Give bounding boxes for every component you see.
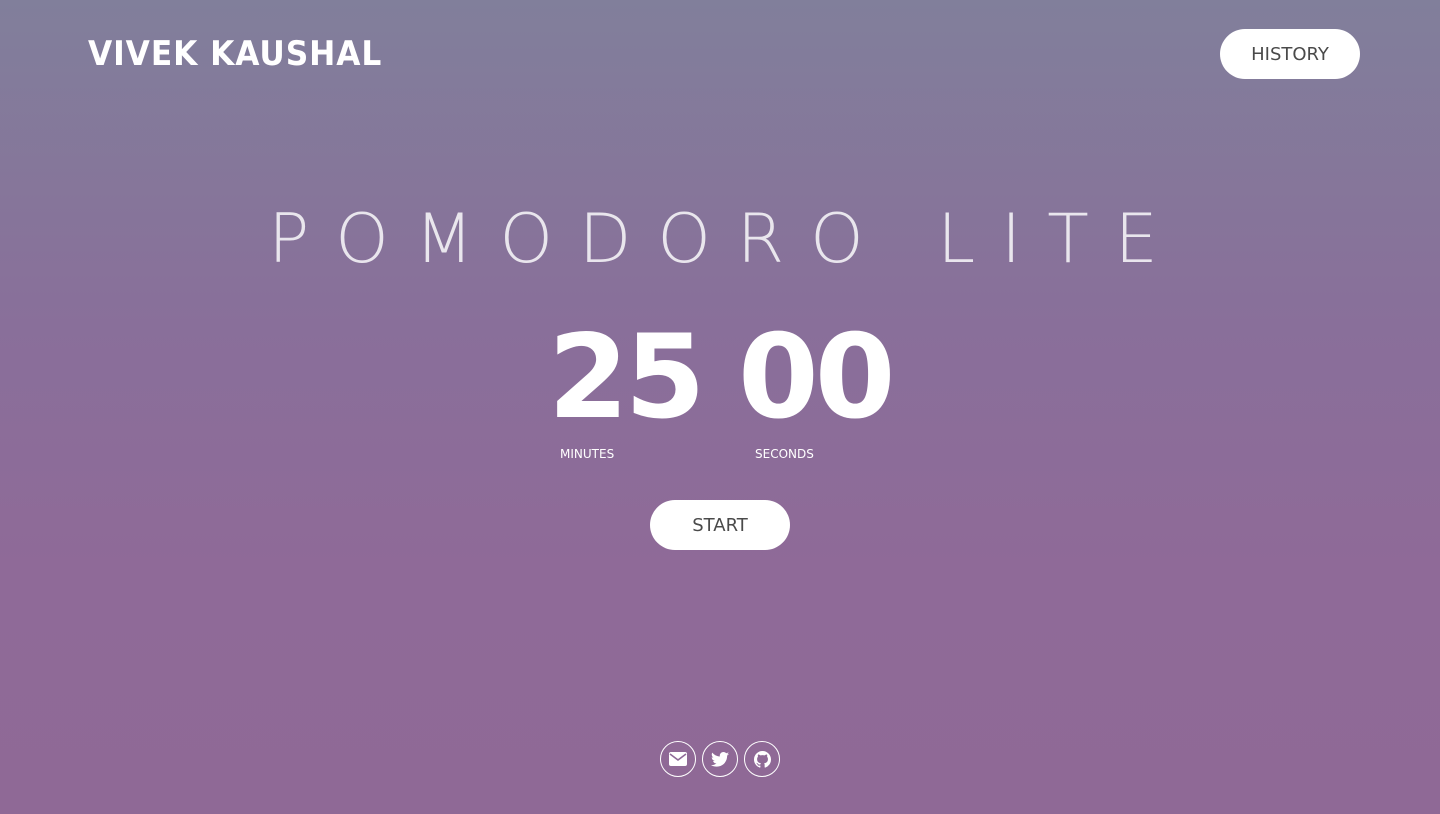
minutes-label: MINUTES [560, 447, 615, 461]
github-icon [753, 750, 771, 768]
history-button[interactable]: HISTORY [1220, 29, 1360, 79]
timer-minutes: 25 [548, 310, 705, 445]
start-button[interactable]: START [650, 500, 790, 550]
timer-seconds: 00 [738, 310, 895, 445]
twitter-icon [711, 751, 729, 767]
social-links [660, 741, 780, 777]
github-link[interactable] [744, 741, 780, 777]
seconds-label: SECONDS [755, 447, 814, 461]
twitter-link[interactable] [702, 741, 738, 777]
brand-logo[interactable]: VIVEK KAUSHAL [88, 34, 382, 74]
email-link[interactable] [660, 741, 696, 777]
envelope-icon [669, 752, 687, 766]
page-title: POMODORO LITE [268, 200, 1184, 279]
